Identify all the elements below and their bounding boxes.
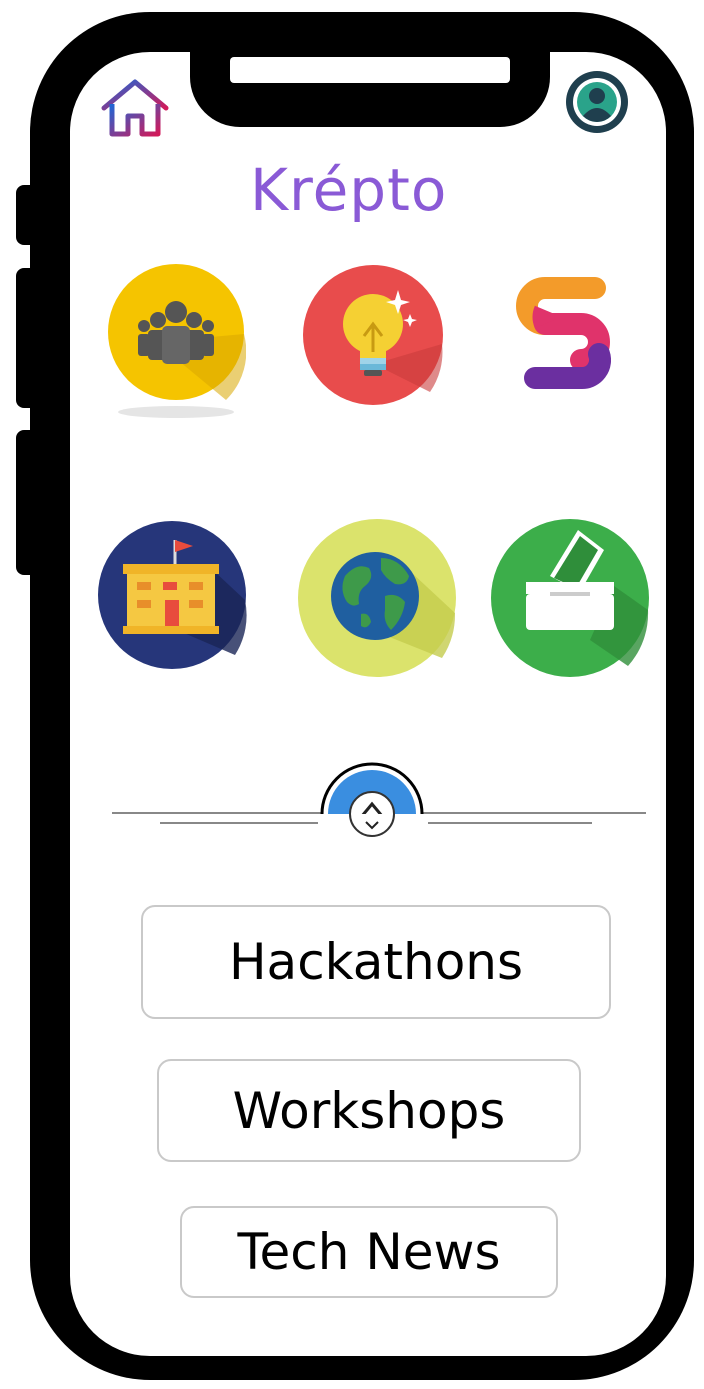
school-icon[interactable] — [97, 520, 247, 670]
tech-news-button-label: Tech News — [237, 1223, 501, 1281]
vote-icon[interactable] — [490, 518, 650, 678]
brand-s-icon[interactable] — [515, 274, 611, 394]
idea-icon[interactable] — [302, 264, 444, 406]
expand-handle-icon[interactable] — [318, 762, 428, 842]
workshops-button-label: Workshops — [232, 1081, 506, 1140]
community-icon[interactable] — [106, 262, 246, 422]
globe-icon[interactable] — [297, 518, 457, 678]
phone-speaker — [230, 57, 510, 83]
app-title: Krépto — [250, 156, 448, 224]
hackathons-button-label: Hackathons — [228, 933, 524, 991]
tech-news-button[interactable]: Tech News — [180, 1206, 558, 1298]
workshops-button[interactable]: Workshops — [157, 1059, 581, 1162]
home-icon[interactable] — [100, 78, 170, 140]
hackathons-button[interactable]: Hackathons — [141, 905, 611, 1019]
profile-icon[interactable] — [565, 70, 629, 134]
